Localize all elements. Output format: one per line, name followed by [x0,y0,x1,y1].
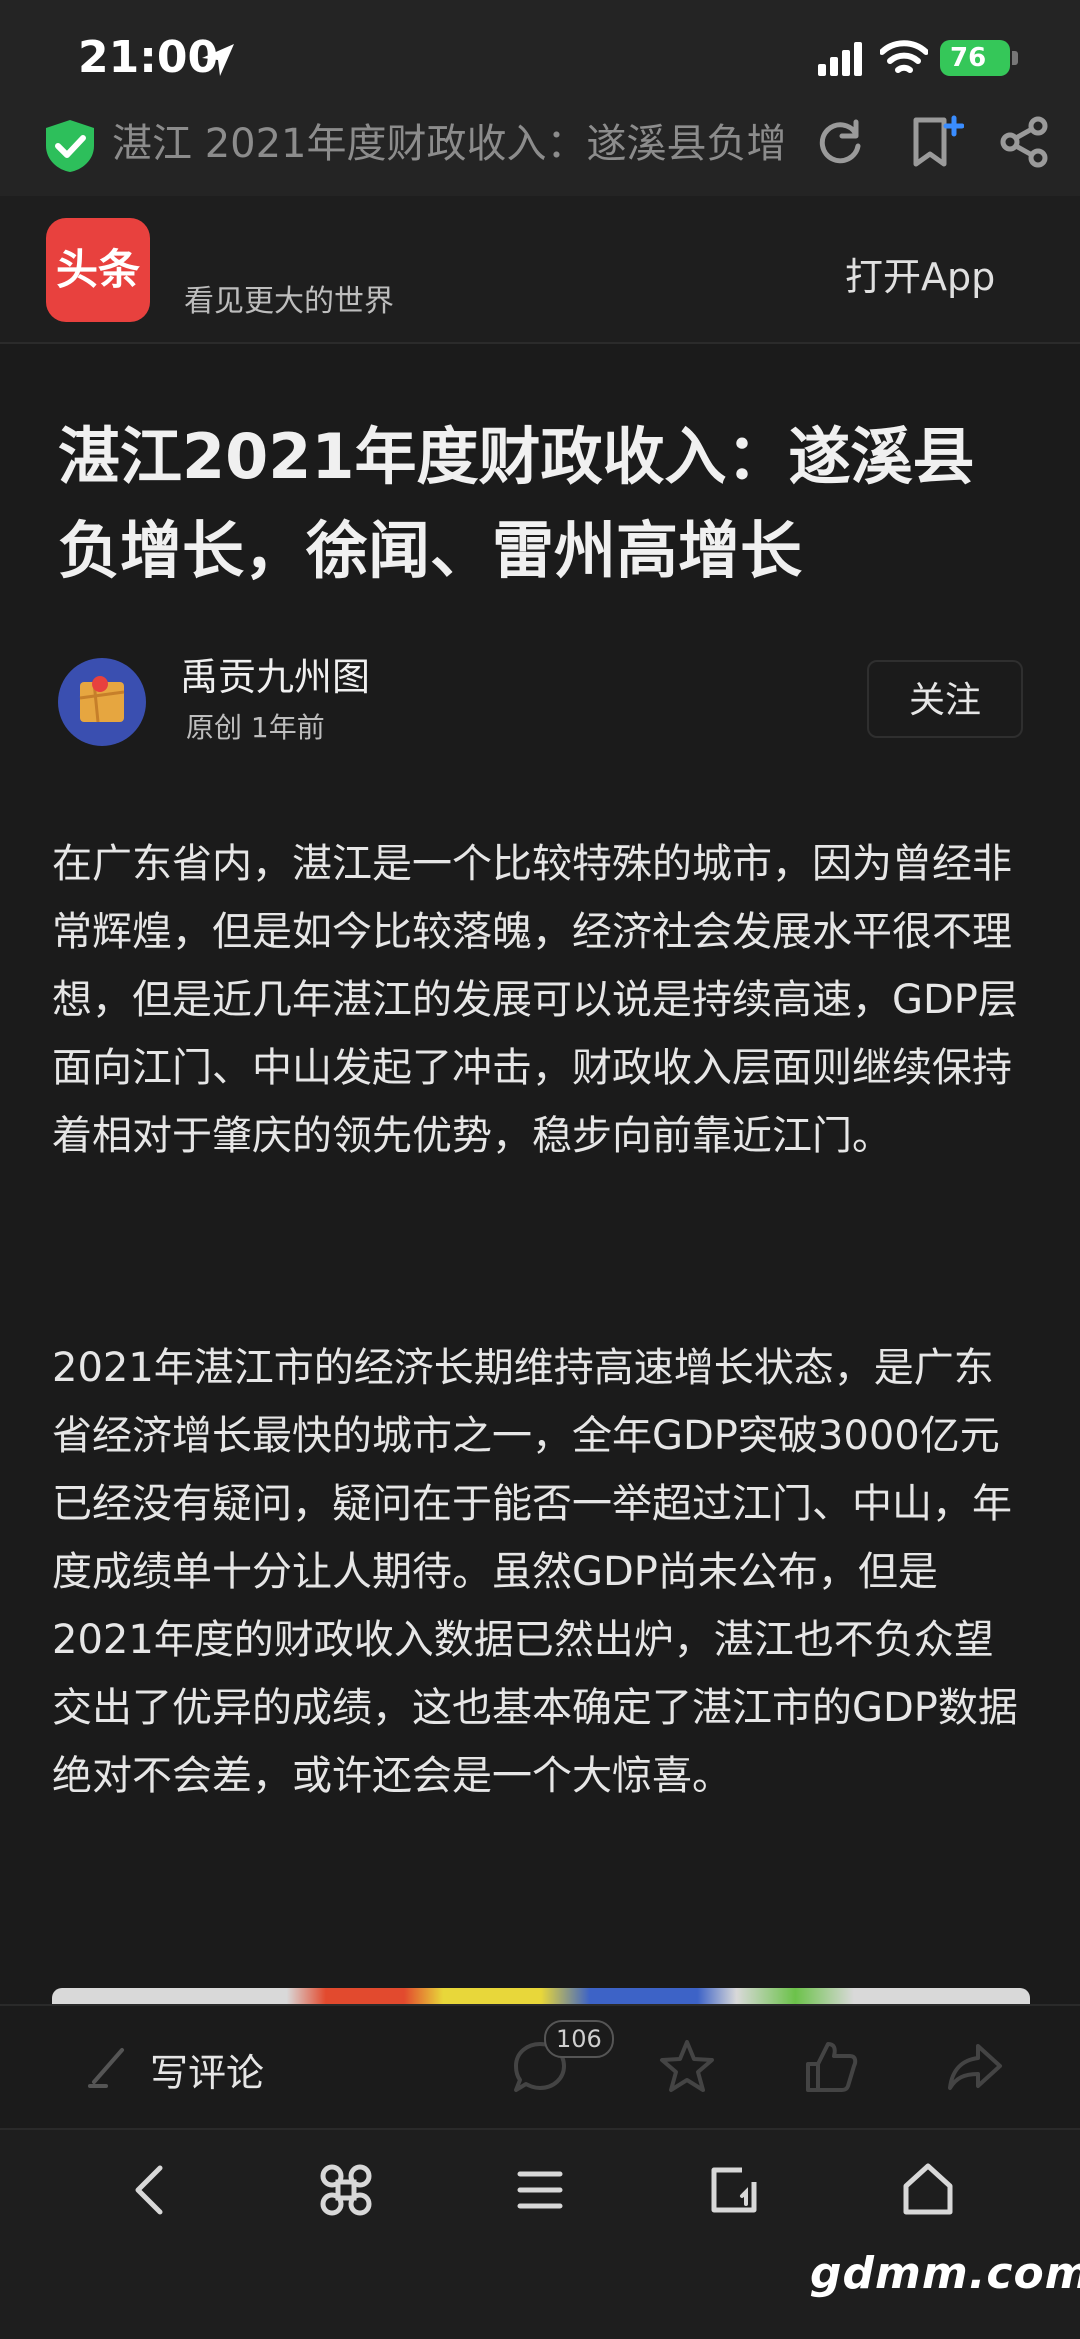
refresh-icon[interactable] [812,114,868,170]
author-meta: 原创 1年前 [186,711,325,744]
app-logo: 头条 [46,218,150,322]
location-arrow-icon [202,44,234,76]
command-icon[interactable] [314,2158,378,2222]
article-paragraph: 在广东省内，湛江是一个比较特殊的城市，因为曾经非常辉煌，但是如今比较落魄，经济社… [52,841,1018,1159]
wifi-icon [880,40,928,73]
share-icon[interactable] [996,114,1052,170]
watermark: gdmm.com [810,2248,1080,2299]
tabs-icon[interactable] [702,2158,766,2222]
battery-tip [1012,51,1018,65]
author-name[interactable]: 禹贡九州图 [180,646,370,701]
like-icon[interactable] [800,2036,862,2098]
battery-level: 76 [950,43,987,73]
shield-icon [46,120,94,172]
map-avatar-icon [79,676,125,723]
follow-button[interactable]: 关注 [867,660,1023,738]
battery-indicator: 76 [940,40,1010,76]
menu-icon[interactable] [508,2158,572,2222]
app-slogan: 看见更大的世界 [184,284,394,319]
article-title: 湛江2021年度财政收入：遂溪县负增长，徐闻、雷州高增长 [58,420,975,587]
write-comment-input[interactable]: 写评论 [150,2042,264,2097]
article-paragraph: 2021年湛江市的经济长期维持高速增长状态，是广东省经济增长最快的城市之一，全年… [52,1345,1018,1799]
star-icon[interactable] [656,2036,718,2098]
back-icon[interactable] [120,2158,184,2222]
pen-icon [88,2048,124,2088]
comment-count-badge: 106 [544,2020,614,2058]
page-title-url[interactable]: 湛江 2021年度财政收入：遂溪县负增 [112,118,802,170]
open-app-button[interactable]: 打开App [845,246,995,301]
forward-icon[interactable] [944,2036,1006,2098]
signal-icon [818,42,862,76]
author-avatar[interactable] [58,658,146,746]
home-icon[interactable] [896,2158,960,2222]
bookmark-add-icon[interactable] [908,114,964,170]
